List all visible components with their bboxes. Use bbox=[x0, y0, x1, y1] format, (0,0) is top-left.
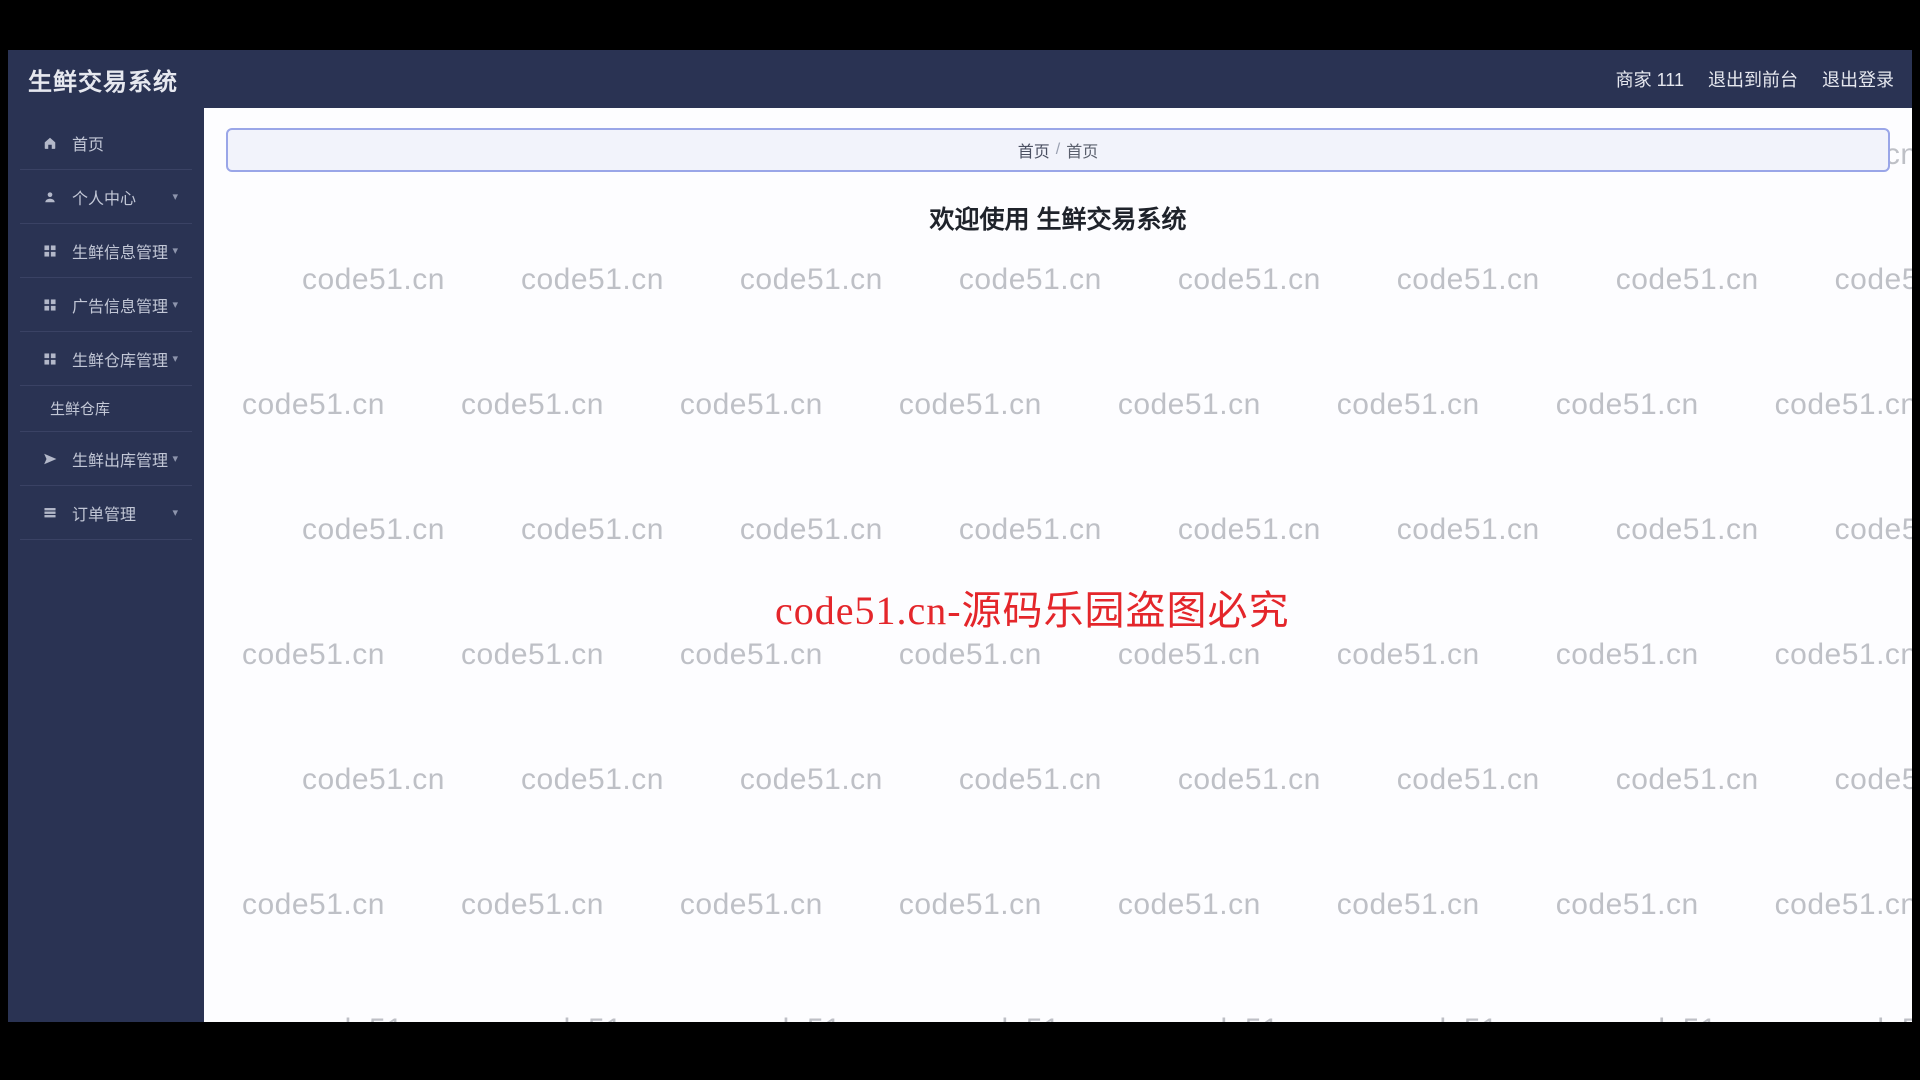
watermark-row: code51.cncode51.cncode51.cncode51.cncode… bbox=[204, 1013, 1912, 1022]
app-title: 生鲜交易系统 bbox=[28, 62, 178, 97]
watermark-layer: code51.cncode51.cncode51.cncode51.cncode… bbox=[204, 108, 1912, 1022]
sidebar-subitem-label: 生鲜仓库 bbox=[50, 398, 110, 419]
sidebar-item-orders[interactable]: 订单管理 ▾ bbox=[20, 486, 192, 540]
chevron-down-icon: ▾ bbox=[172, 244, 178, 257]
sidebar-item-label: 个人中心 bbox=[72, 185, 172, 209]
watermark-row: code51.cncode51.cncode51.cncode51.cncode… bbox=[204, 638, 1912, 672]
sidebar-item-ad-info[interactable]: 广告信息管理 ▾ bbox=[20, 278, 192, 332]
user-icon bbox=[40, 190, 60, 204]
sidebar-item-label: 生鲜信息管理 bbox=[72, 239, 172, 263]
merchant-label[interactable]: 商家 111 bbox=[1616, 66, 1684, 92]
logout-button[interactable]: 退出登录 bbox=[1822, 66, 1894, 92]
breadcrumb-root[interactable]: 首页 bbox=[1018, 138, 1050, 162]
sidebar-item-label: 订单管理 bbox=[72, 501, 172, 525]
sidebar-subitem-warehouse[interactable]: 生鲜仓库 bbox=[20, 386, 192, 432]
grid-icon bbox=[40, 244, 60, 258]
sidebar-item-outbound[interactable]: 生鲜出库管理 ▾ bbox=[20, 432, 192, 486]
sidebar-item-home[interactable]: 首页 bbox=[20, 116, 192, 170]
app-header: 生鲜交易系统 商家 111 退出到前台 退出登录 bbox=[8, 50, 1912, 108]
sidebar-item-label: 首页 bbox=[72, 131, 178, 155]
watermark-banner: code51.cn-源码乐园盗图必究 bbox=[775, 578, 1290, 636]
sidebar-item-profile[interactable]: 个人中心 ▾ bbox=[20, 170, 192, 224]
sidebar-item-label: 广告信息管理 bbox=[72, 293, 172, 317]
breadcrumb: 首页 / 首页 bbox=[226, 128, 1890, 172]
welcome-heading: 欢迎使用 生鲜交易系统 bbox=[226, 200, 1890, 236]
breadcrumb-separator: / bbox=[1056, 141, 1060, 159]
grid-icon bbox=[40, 298, 60, 312]
sidebar-item-fresh-info[interactable]: 生鲜信息管理 ▾ bbox=[20, 224, 192, 278]
breadcrumb-current: 首页 bbox=[1066, 138, 1098, 162]
sidebar-item-warehouse[interactable]: 生鲜仓库管理 ▾ bbox=[20, 332, 192, 386]
sidebar-item-label: 生鲜出库管理 bbox=[72, 447, 172, 471]
exit-front-button[interactable]: 退出到前台 bbox=[1708, 66, 1798, 92]
watermark-row: code51.cncode51.cncode51.cncode51.cncode… bbox=[204, 513, 1912, 547]
watermark-row: code51.cncode51.cncode51.cncode51.cncode… bbox=[204, 763, 1912, 797]
send-icon bbox=[40, 452, 60, 466]
home-icon bbox=[40, 136, 60, 150]
grid-icon bbox=[40, 352, 60, 366]
main-area: code51.cncode51.cncode51.cncode51.cncode… bbox=[204, 108, 1912, 1022]
watermark-row: code51.cncode51.cncode51.cncode51.cncode… bbox=[204, 888, 1912, 922]
header-right: 商家 111 退出到前台 退出登录 bbox=[1616, 66, 1894, 92]
chevron-down-icon: ▾ bbox=[172, 298, 178, 311]
chevron-down-icon: ▾ bbox=[172, 452, 178, 465]
chevron-down-icon: ▾ bbox=[172, 506, 178, 519]
watermark-row: code51.cncode51.cncode51.cncode51.cncode… bbox=[204, 263, 1912, 297]
watermark-row: code51.cncode51.cncode51.cncode51.cncode… bbox=[204, 388, 1912, 422]
chevron-down-icon: ▾ bbox=[172, 352, 178, 365]
chevron-down-icon: ▾ bbox=[172, 190, 178, 203]
sidebar-item-label: 生鲜仓库管理 bbox=[72, 347, 172, 371]
list-icon bbox=[40, 506, 60, 520]
sidebar: 首页 个人中心 ▾ 生鲜信息管理 ▾ 广告信息管理 bbox=[8, 108, 204, 1022]
